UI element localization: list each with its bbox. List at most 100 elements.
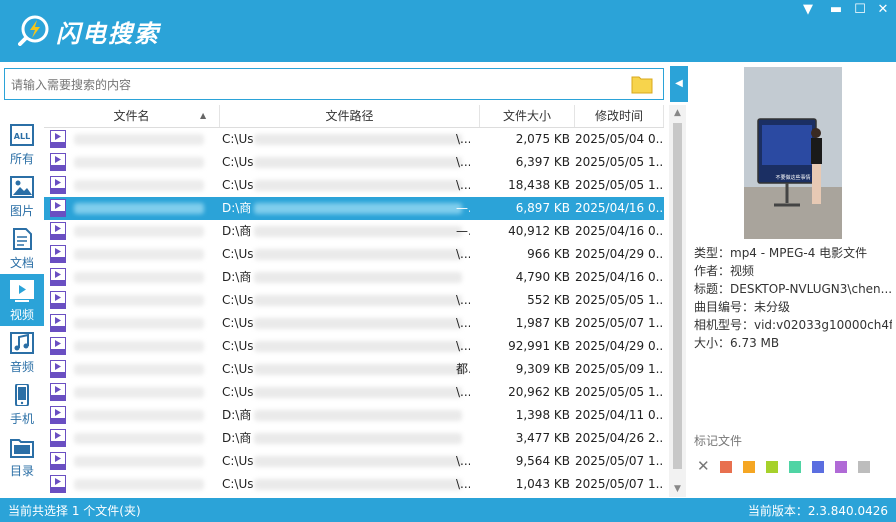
tag-files-label: 标记文件	[694, 434, 743, 448]
file-list-header: 文件名 ▲ 文件路径 文件大小 修改时间	[44, 105, 664, 128]
table-row[interactable]: C:\Us \... 18,438 KB 2025/05/05 1...	[44, 174, 664, 197]
file-size: 9,564 KB	[515, 454, 570, 468]
file-modified-time: 2025/05/05 1...	[575, 178, 664, 192]
tag-color-swatch[interactable]	[858, 461, 870, 473]
file-path-redacted	[254, 203, 462, 214]
search-input[interactable]	[9, 73, 613, 97]
category-label: 手机	[9, 412, 34, 426]
document-icon	[13, 228, 32, 250]
category-label: 视频	[9, 308, 34, 322]
file-name-redacted	[74, 456, 204, 467]
file-path: C:\Us	[222, 362, 254, 376]
file-size: 1,987 KB	[515, 316, 570, 330]
mp4-file-icon	[50, 360, 66, 378]
minimize-to-tray-icon[interactable]: ▼	[799, 2, 817, 18]
file-path-redacted	[254, 433, 462, 444]
table-row[interactable]: C:\Us \... 92,991 KB 2025/04/29 0...	[44, 335, 664, 358]
tag-color-swatch[interactable]	[766, 461, 778, 473]
table-row[interactable]: C:\Us \... 20,962 KB 2025/05/05 1...	[44, 381, 664, 404]
scroll-down-icon[interactable]: ▼	[669, 481, 686, 497]
table-row[interactable]: C:\Us \... 1,043 KB 2025/05/07 1...	[44, 473, 664, 496]
file-size: 3,477 KB	[515, 431, 570, 445]
all-icon: ALL	[10, 124, 34, 146]
file-size: 18,438 KB	[508, 178, 570, 192]
column-header-size[interactable]: 文件大小	[480, 105, 575, 127]
file-name-redacted	[74, 272, 204, 283]
file-modified-time: 2025/05/05 1...	[575, 293, 664, 307]
tag-color-swatch[interactable]	[835, 461, 847, 473]
file-size: 4,790 KB	[515, 270, 570, 284]
category-video[interactable]: 视频	[0, 274, 44, 326]
file-path-tail: \...	[456, 155, 470, 169]
file-size: 40,912 KB	[508, 224, 570, 238]
file-path-redacted	[254, 387, 462, 398]
table-row[interactable]: D:\商 1,398 KB 2025/04/11 0...	[44, 404, 664, 427]
file-path-redacted	[254, 318, 462, 329]
close-button[interactable]: ✕	[874, 2, 892, 18]
scroll-up-icon[interactable]: ▲	[669, 105, 686, 121]
file-path: C:\Us	[222, 339, 254, 353]
table-row[interactable]: D:\商 —... 6,897 KB 2025/04/16 0...	[44, 197, 664, 220]
folder-browse-icon[interactable]	[631, 74, 653, 94]
file-path-redacted	[254, 479, 462, 490]
table-row[interactable]: C:\Us \... 966 KB 2025/04/29 0...	[44, 243, 664, 266]
video-icon	[10, 280, 34, 302]
column-header-modified[interactable]: 修改时间	[575, 105, 664, 127]
maximize-button[interactable]: ☐	[851, 2, 869, 18]
detail-author: 作者：视频	[694, 264, 755, 278]
collapse-panel-button[interactable]: ◀	[670, 66, 688, 102]
file-path-tail: \...	[456, 477, 470, 491]
tag-color-swatch[interactable]	[743, 461, 755, 473]
category-image[interactable]: 图片	[0, 170, 44, 222]
file-size: 6,397 KB	[515, 155, 570, 169]
table-row[interactable]: C:\Us 都... 9,309 KB 2025/05/09 1...	[44, 358, 664, 381]
category-audio[interactable]: 音频	[0, 326, 44, 378]
table-row[interactable]: D:\商 3,477 KB 2025/04/26 2...	[44, 427, 664, 450]
file-modified-time: 2025/05/07 1...	[575, 316, 664, 330]
mp4-file-icon	[50, 176, 66, 194]
file-path-redacted	[254, 456, 462, 467]
category-label: 所有	[9, 152, 34, 166]
clear-tag-icon[interactable]: ✕	[697, 457, 710, 475]
mp4-file-icon	[50, 222, 66, 240]
mp4-file-icon	[50, 245, 66, 263]
category-document[interactable]: 文档	[0, 222, 44, 274]
file-name-redacted	[74, 410, 204, 421]
category-phone[interactable]: 手机	[0, 378, 44, 430]
scrollbar-thumb[interactable]	[673, 123, 682, 469]
mp4-file-icon	[50, 383, 66, 401]
column-header-name[interactable]: 文件名 ▲	[44, 105, 220, 127]
column-header-path[interactable]: 文件路径	[220, 105, 480, 127]
vertical-scrollbar[interactable]: ▲ ▼	[669, 105, 686, 497]
file-path: C:\Us	[222, 247, 254, 261]
file-name-redacted	[74, 226, 204, 237]
file-path-redacted	[254, 364, 462, 375]
table-row[interactable]: C:\Us \... 6,397 KB 2025/05/05 1...	[44, 151, 664, 174]
table-row[interactable]: C:\Us \... 2,075 KB 2025/05/04 0...	[44, 128, 664, 151]
category-folder[interactable]: 目录	[0, 430, 44, 482]
tag-color-swatch[interactable]	[789, 461, 801, 473]
column-header-label: 文件名	[113, 109, 150, 123]
mp4-file-icon	[50, 153, 66, 171]
tag-color-swatch[interactable]	[812, 461, 824, 473]
table-row[interactable]: C:\Us \... 1,987 KB 2025/05/07 1...	[44, 312, 664, 335]
tag-color-swatch[interactable]	[720, 461, 732, 473]
file-size: 2,075 KB	[515, 132, 570, 146]
file-size: 966 KB	[527, 247, 570, 261]
phone-icon	[15, 384, 29, 406]
file-name-redacted	[74, 318, 204, 329]
table-row[interactable]: C:\Us \... 9,564 KB 2025/05/07 1...	[44, 450, 664, 473]
category-label: 音频	[9, 360, 34, 374]
table-row[interactable]: D:\商 4,790 KB 2025/04/16 0...	[44, 266, 664, 289]
file-path-redacted	[254, 341, 462, 352]
table-row[interactable]: D:\商 —... 40,912 KB 2025/04/16 0...	[44, 220, 664, 243]
file-path-redacted	[254, 226, 462, 237]
table-row[interactable]: C:\Us \... 552 KB 2025/05/05 1...	[44, 289, 664, 312]
category-all[interactable]: ALL 所有	[0, 118, 44, 170]
file-size: 6,897 KB	[515, 201, 570, 215]
minimize-button[interactable]: ▬	[827, 2, 845, 18]
file-modified-time: 2025/04/29 0...	[575, 247, 664, 261]
file-size: 20,962 KB	[508, 385, 570, 399]
mp4-file-icon	[50, 406, 66, 424]
mp4-file-icon	[50, 337, 66, 355]
